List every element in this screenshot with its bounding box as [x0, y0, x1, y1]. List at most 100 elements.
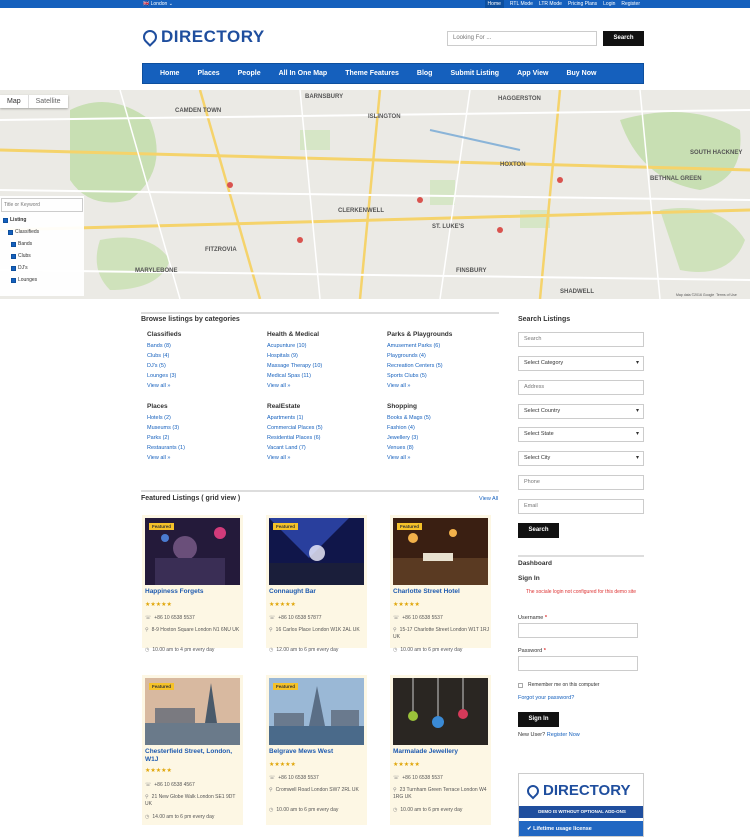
top-link-login[interactable]: Login: [603, 0, 615, 8]
listing-image[interactable]: [393, 678, 488, 745]
email-input[interactable]: Email: [518, 499, 644, 514]
filter-classifieds[interactable]: Classifieds: [0, 226, 84, 238]
nav-buy-now[interactable]: Buy Now: [557, 63, 605, 84]
category-heading[interactable]: RealEstate: [267, 402, 323, 412]
category-view-all[interactable]: View all »: [267, 381, 322, 391]
category-link[interactable]: Venues (8): [387, 443, 431, 453]
category-select[interactable]: Select Category: [518, 356, 644, 371]
sidebar-search-button[interactable]: Search: [518, 523, 559, 538]
top-link-pricing[interactable]: Pricing Plans: [568, 0, 597, 8]
listing-title[interactable]: Happiness Forgets: [145, 588, 240, 596]
password-input[interactable]: [518, 656, 638, 671]
city-select[interactable]: Select City: [518, 451, 644, 466]
country-select[interactable]: Select Country: [518, 404, 644, 419]
category-view-all[interactable]: View all »: [147, 381, 181, 391]
nav-all-in-one-map[interactable]: All In One Map: [270, 63, 337, 84]
username-input[interactable]: [518, 623, 638, 638]
category-link[interactable]: Amusement Parks (6): [387, 341, 452, 351]
map-terms[interactable]: Terms of Use: [716, 293, 737, 297]
map-tab-map[interactable]: Map: [0, 95, 28, 108]
category-heading[interactable]: Health & Medical: [267, 330, 322, 340]
category-link[interactable]: Residential Places (6): [267, 433, 323, 443]
filter-lounges[interactable]: Lounges: [0, 274, 84, 286]
listing-card[interactable]: Marmalade Jewellery ★★★★★ ☏ +86 10 6538 5…: [390, 675, 491, 825]
category-link[interactable]: Fashion (4): [387, 423, 431, 433]
category-link[interactable]: Recreation Centers (5): [387, 361, 452, 371]
phone-input[interactable]: Phone: [518, 475, 644, 490]
category-link[interactable]: Parks (2): [147, 433, 185, 443]
category-view-all[interactable]: View all »: [387, 453, 431, 463]
listing-card[interactable]: Featured Belgrave Mews West ★★★★★ ☏ +86 1…: [266, 675, 367, 825]
listing-image[interactable]: Featured: [269, 518, 364, 585]
site-logo[interactable]: DIRECTORY: [140, 27, 265, 47]
category-view-all[interactable]: View all »: [387, 381, 452, 391]
category-link[interactable]: Apartments (1): [267, 413, 323, 423]
category-link[interactable]: Hotels (2): [147, 413, 185, 423]
keyword-input[interactable]: Title or Keyword: [1, 198, 83, 212]
filter-bands[interactable]: Bands: [0, 238, 84, 250]
nav-theme-features[interactable]: Theme Features: [336, 63, 408, 84]
category-link[interactable]: DJ's (5): [147, 361, 181, 371]
listing-title[interactable]: Chesterfield Street, London, W1J: [145, 748, 240, 764]
remember-checkbox[interactable]: [518, 683, 523, 688]
category-link[interactable]: Restaurants (1): [147, 443, 185, 453]
category-heading[interactable]: Shopping: [387, 402, 431, 412]
sidebar-search-input[interactable]: Search: [518, 332, 644, 347]
map-tab-satellite[interactable]: Satellite: [27, 95, 68, 108]
nav-submit-listing[interactable]: Submit Listing: [441, 63, 508, 84]
category-view-all[interactable]: View all »: [267, 453, 323, 463]
address-input[interactable]: Address: [518, 380, 644, 395]
listing-image[interactable]: Featured: [145, 678, 240, 745]
listing-title[interactable]: Connaught Bar: [269, 588, 364, 596]
category-heading[interactable]: Parks & Playgrounds: [387, 330, 452, 340]
forgot-password-link[interactable]: Forgot your password?: [518, 695, 574, 701]
category-link[interactable]: Museums (3): [147, 423, 185, 433]
nav-people[interactable]: People: [229, 63, 270, 84]
category-link[interactable]: Clubs (4): [147, 351, 181, 361]
state-select[interactable]: Select State: [518, 427, 644, 442]
filter-clubs[interactable]: Clubs: [0, 250, 84, 262]
top-link-register[interactable]: Register: [621, 0, 640, 8]
category-view-all[interactable]: View all »: [147, 453, 185, 463]
nav-places[interactable]: Places: [188, 63, 228, 84]
listing-title[interactable]: Belgrave Mews West: [269, 748, 364, 756]
category-link[interactable]: Hospitals (9): [267, 351, 322, 361]
category-link[interactable]: Medical Spas (11): [267, 371, 322, 381]
filter-djs[interactable]: DJ's: [0, 262, 84, 274]
category-heading[interactable]: Places: [147, 402, 185, 412]
listing-card[interactable]: Featured Happiness Forgets ★★★★★ ☏ +86 10…: [142, 515, 243, 653]
top-link-home[interactable]: Home: [484, 0, 504, 8]
category-link[interactable]: Lounges (3): [147, 371, 181, 381]
listing-image[interactable]: Featured: [269, 678, 364, 745]
category-link[interactable]: Massage Therapy (10): [267, 361, 322, 371]
category-link[interactable]: Commercial Places (5): [267, 423, 323, 433]
register-now-link[interactable]: Register Now: [547, 732, 580, 738]
category-link[interactable]: Books & Mags (5): [387, 413, 431, 423]
listing-title[interactable]: Charlotte Street Hotel: [393, 588, 488, 596]
top-link-ltr[interactable]: LTR Mode: [539, 0, 562, 8]
location-selector[interactable]: 🇬🇧 London ⌄: [143, 0, 173, 8]
category-link[interactable]: Jewellery (3): [387, 433, 431, 443]
top-link-rtl[interactable]: RTL Mode: [510, 0, 533, 8]
listing-map[interactable]: CAMDEN TOWN BARNSBURY ISLINGTON HAGGERST…: [0, 90, 750, 299]
header-search-input[interactable]: Looking For ...: [447, 31, 597, 46]
listing-card[interactable]: Featured Connaught Bar ★★★★★ ☏ +86 10 653…: [266, 515, 367, 653]
nav-app-view[interactable]: App View: [508, 63, 557, 84]
listing-image[interactable]: Featured: [145, 518, 240, 585]
nav-home[interactable]: Home: [151, 63, 188, 84]
listing-image[interactable]: Featured: [393, 518, 488, 585]
category-link[interactable]: Acupunture (10): [267, 341, 322, 351]
category-link[interactable]: Sports Clubs (5): [387, 371, 452, 381]
nav-blog[interactable]: Blog: [408, 63, 442, 84]
listing-card[interactable]: Featured Chesterfield Street, London, W1…: [142, 675, 243, 825]
signin-button[interactable]: Sign In: [518, 712, 559, 727]
category-heading[interactable]: Classifieds: [147, 330, 181, 340]
featured-view-all[interactable]: View All: [479, 496, 498, 502]
listing-title[interactable]: Marmalade Jewellery: [393, 748, 488, 756]
filter-listing[interactable]: Listing: [0, 214, 84, 226]
listing-card[interactable]: Featured Charlotte Street Hotel ★★★★★ ☏ +…: [390, 515, 491, 653]
promo-banner[interactable]: DIRECTORY DEMO IS WITHOUT OPTIONAL ADD-O…: [518, 773, 644, 837]
category-link[interactable]: Vacant Land (7): [267, 443, 323, 453]
header-search-button[interactable]: Search: [603, 31, 644, 46]
category-link[interactable]: Playgrounds (4): [387, 351, 452, 361]
